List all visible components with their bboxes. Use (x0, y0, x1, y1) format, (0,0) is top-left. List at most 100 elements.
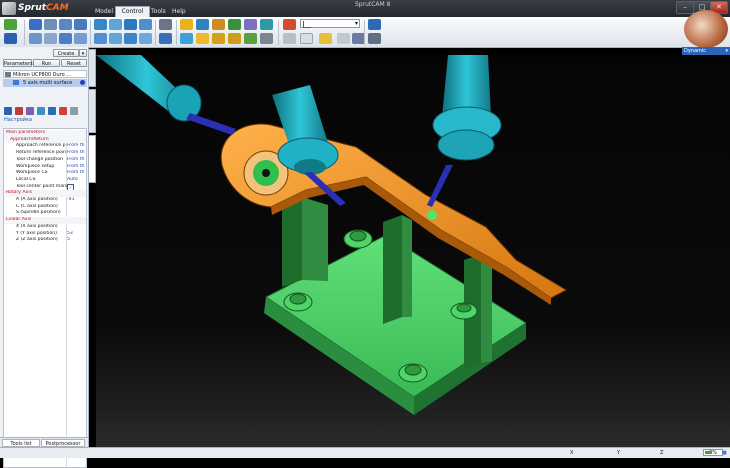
property-value[interactable]: From th (67, 143, 86, 150)
cs-icon[interactable] (244, 33, 257, 44)
property-key: Tool change position (16, 156, 63, 162)
property-row[interactable]: Z (Z axis position) 5 (4, 237, 86, 244)
page-icon[interactable] (337, 33, 350, 44)
property-row[interactable]: C (C axis position) (4, 204, 86, 211)
fit-view-icon[interactable] (74, 19, 87, 30)
cursor-icon[interactable] (283, 33, 296, 44)
view-icon[interactable] (29, 33, 42, 44)
iso-view-icon[interactable] (139, 19, 152, 30)
status-indicator-icon: ■ (722, 450, 727, 456)
property-key: X (X axis position) (16, 223, 58, 229)
parameters-button[interactable]: Parameters (3, 59, 33, 67)
chart-icon[interactable] (15, 107, 23, 115)
side-tab-2[interactable] (88, 89, 96, 133)
property-row[interactable]: Y (Y axis position) 53 (4, 230, 86, 238)
left-view-icon[interactable] (124, 33, 137, 44)
property-row[interactable]: A (A axis position) -41 (4, 197, 86, 204)
move-icon[interactable] (29, 19, 42, 30)
part-icon[interactable] (212, 19, 225, 30)
property-row[interactable]: X (X axis position) (4, 223, 86, 231)
front-view-icon[interactable] (109, 19, 122, 30)
workpiece-icon[interactable] (196, 19, 209, 30)
back-view-icon[interactable] (109, 33, 122, 44)
palette-icon[interactable] (368, 19, 381, 30)
top-view-icon[interactable] (94, 19, 107, 30)
reset-button[interactable]: Reset (61, 59, 87, 67)
property-value[interactable]: From th (67, 150, 86, 157)
property-row[interactable]: Tool change position From th (4, 156, 86, 164)
side-tab-1[interactable] (88, 49, 96, 87)
tab-model[interactable]: Model (92, 7, 116, 17)
app-logo[interactable]: SprutCAM (2, 1, 69, 15)
create-dropdown-icon[interactable]: ▾ (79, 49, 87, 57)
property-row[interactable]: S (Spindle position) (4, 210, 86, 217)
axis-icon[interactable] (196, 33, 209, 44)
tab-control[interactable]: Control (115, 6, 150, 17)
more-icon[interactable] (70, 107, 78, 115)
side-tab-3[interactable] (88, 135, 96, 183)
fixture-icon[interactable] (228, 19, 241, 30)
property-value[interactable]: From th (67, 164, 86, 171)
side-view-icon[interactable] (124, 19, 137, 30)
rotate-icon[interactable] (44, 19, 57, 30)
property-value[interactable]: 5 (67, 237, 86, 244)
lamp-icon[interactable] (228, 33, 241, 44)
zoom-icon[interactable] (59, 19, 72, 30)
property-row[interactable]: Main parameters (4, 130, 86, 137)
pan-icon[interactable] (59, 33, 72, 44)
render-mode-select[interactable]: Dynamic (682, 47, 730, 55)
tool-icon[interactable] (4, 107, 12, 115)
property-key: Return reference poin (16, 150, 67, 156)
links-icon[interactable] (48, 107, 56, 115)
run-button[interactable]: Run (33, 59, 60, 67)
property-row[interactable]: Approach/Return (4, 136, 86, 144)
property-value[interactable]: From th (67, 157, 86, 164)
tool-display-icon[interactable] (180, 19, 193, 30)
save-icon[interactable] (4, 33, 17, 44)
minimize-button[interactable]: – (676, 1, 694, 14)
strategy-icon[interactable] (37, 107, 45, 115)
property-value[interactable]: 53 (67, 231, 86, 238)
toolpath-icon[interactable] (260, 19, 273, 30)
property-row[interactable]: Workpiece CS From th (4, 170, 86, 177)
bottom-view-icon[interactable] (94, 33, 107, 44)
operation-tree-item[interactable]: 5 axis multi surface (3, 79, 87, 87)
tools-list-tab[interactable]: Tools list (2, 439, 40, 447)
document-icon[interactable] (300, 33, 313, 44)
postprocessor-tab[interactable]: Postprocessor (41, 439, 85, 447)
curve-icon[interactable] (319, 33, 332, 44)
cylinder-icon[interactable] (159, 19, 172, 30)
property-key: Linear Axis (6, 217, 32, 223)
zoom-window-icon[interactable] (74, 33, 87, 44)
shading-icon[interactable] (159, 33, 172, 44)
property-row[interactable]: Return reference poin From th (4, 150, 86, 157)
holder-icon[interactable] (180, 33, 193, 44)
property-value[interactable]: Auto (67, 177, 86, 184)
property-row[interactable]: Approach reference p From th (4, 143, 86, 150)
feeds-icon[interactable] (26, 107, 34, 115)
tab-tools[interactable]: Tools (148, 7, 169, 17)
property-row[interactable]: Linear Axis (4, 217, 86, 224)
select-icon[interactable] (44, 33, 57, 44)
wrench-icon[interactable] (368, 33, 381, 44)
property-row[interactable]: Local CS Auto (4, 177, 86, 184)
property-value[interactable]: -41 (67, 197, 86, 204)
custom-view-icon[interactable] (139, 33, 152, 44)
property-row[interactable]: Rotary Axis (4, 190, 86, 197)
settings-label[interactable]: Настройка (4, 117, 32, 123)
property-row[interactable]: Tool center point mana ✓ (4, 183, 86, 191)
arrow-right-icon[interactable] (283, 19, 296, 30)
create-button[interactable]: Create (53, 49, 79, 57)
coordinate-system-select[interactable] (300, 19, 360, 28)
machine-icon[interactable] (244, 19, 257, 30)
grid-icon[interactable] (260, 33, 273, 44)
trophy-icon[interactable] (212, 33, 225, 44)
tolerance-icon[interactable] (59, 107, 67, 115)
3d-viewport[interactable] (96, 55, 730, 447)
property-row[interactable]: Workpiece setup From th (4, 164, 86, 171)
property-value[interactable]: From th (67, 170, 86, 177)
tab-help[interactable]: Help (169, 7, 189, 17)
property-key: Y (Y axis position) (16, 230, 57, 236)
download-arrow-icon[interactable] (4, 19, 17, 30)
machine-tree-item[interactable]: Mikron UCP800 Duro ... (3, 70, 87, 78)
